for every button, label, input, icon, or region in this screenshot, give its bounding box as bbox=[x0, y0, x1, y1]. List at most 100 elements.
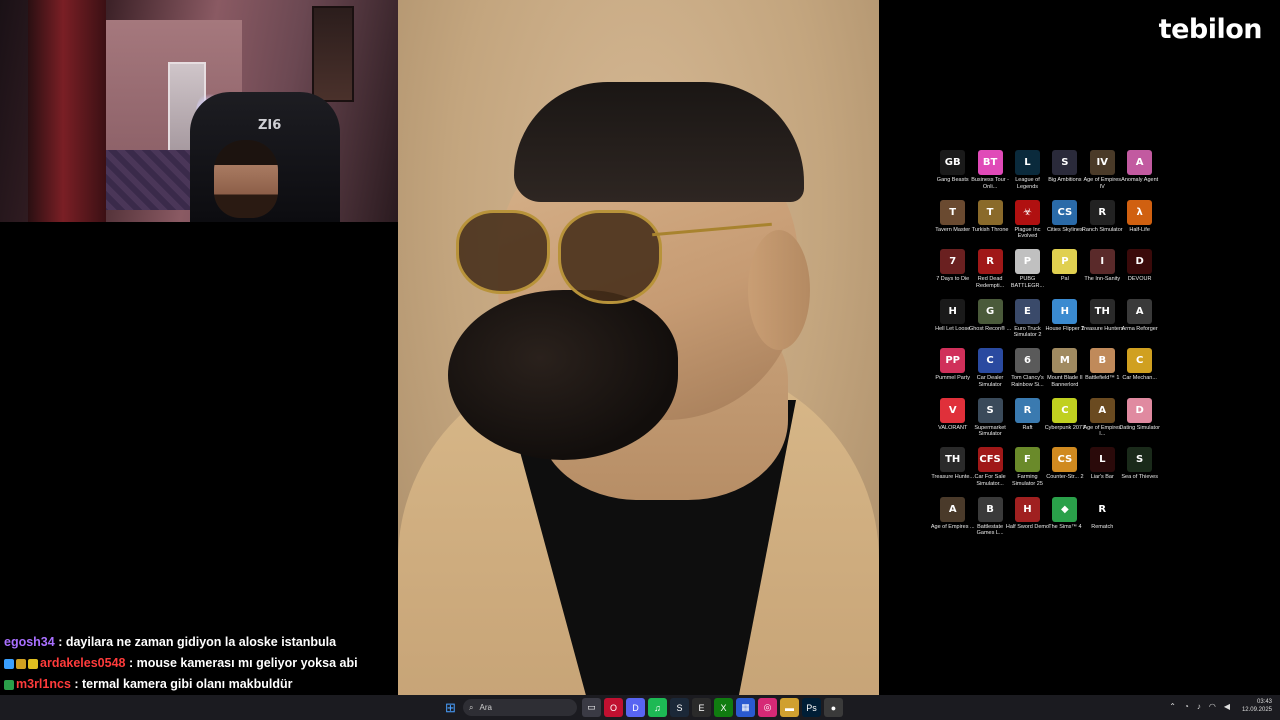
obs-icon[interactable]: ● bbox=[824, 698, 843, 717]
desktop-icon-label: Half-Life bbox=[1129, 226, 1150, 233]
pummel-party-icon: PP bbox=[940, 348, 966, 373]
sunglasses-left-lens bbox=[456, 210, 550, 294]
system-tray: ⌃ ◔ ♪ ◠ ◀ 03:43 12.09.2025 bbox=[1169, 698, 1272, 714]
desktop-icon[interactable]: R Red Dead Redempti... bbox=[971, 249, 1008, 299]
7-days-to-die-icon: 7 bbox=[940, 249, 966, 274]
sunglasses-right-lens bbox=[558, 210, 662, 304]
desktop-icon[interactable]: A Age of Empires ... bbox=[931, 496, 975, 547]
ranch-simulator-icon: R bbox=[1089, 199, 1115, 225]
desktop-icon[interactable]: S Big Ambitions bbox=[1046, 150, 1083, 200]
desktop-icon[interactable]: BT Business Tour - Onli... bbox=[971, 150, 1009, 200]
microsoft-store-icon[interactable]: ▦ bbox=[736, 698, 755, 717]
chat-username[interactable]: m3rl1ncs bbox=[16, 677, 71, 691]
start-icon[interactable]: ⊞ bbox=[441, 698, 460, 717]
dog-muzzle bbox=[448, 290, 678, 460]
desktop-icon[interactable]: TH Treasure Hunte... bbox=[931, 447, 974, 497]
desktop-icon[interactable]: CS Cities Skylines bbox=[1046, 199, 1083, 250]
half-sword-icon: H bbox=[1014, 496, 1040, 522]
discord-icon[interactable]: D bbox=[626, 698, 645, 717]
liars-bar-icon: L bbox=[1089, 447, 1115, 472]
desktop-icon[interactable]: B Battlestate Games L... bbox=[971, 496, 1008, 547]
search-placeholder: Ara bbox=[479, 703, 492, 712]
desktop-icon[interactable]: V VALORANT bbox=[934, 397, 971, 448]
speaker-icon[interactable]: ◀ bbox=[1224, 702, 1230, 711]
steam-icon[interactable]: S bbox=[670, 698, 689, 717]
car-dealer-icon: C bbox=[977, 348, 1003, 373]
desktop-icon[interactable]: GB Gang Beasts bbox=[934, 150, 971, 200]
desktop-icon[interactable]: CS Counter-Str... 2 bbox=[1046, 447, 1084, 497]
xbox-icon[interactable]: X bbox=[714, 698, 733, 717]
desktop-icon[interactable]: M Mount Blade II Bannerlord bbox=[1046, 348, 1083, 398]
microphone-icon[interactable]: ♪ bbox=[1197, 702, 1201, 711]
rainbow-six-icon: 6 bbox=[1014, 348, 1040, 373]
desktop-icon[interactable]: E Euro Truck Simulator 2 bbox=[1009, 298, 1046, 349]
desktop-icon[interactable]: TH Treasure Hunters bbox=[1081, 298, 1124, 349]
wall-poster bbox=[312, 6, 354, 102]
desktop-icon[interactable]: D Dating Simulator bbox=[1119, 397, 1160, 448]
desktop-icon[interactable]: P PUBG BATTLEGR... bbox=[1009, 249, 1046, 299]
spotify-icon[interactable]: ♫ bbox=[648, 698, 667, 717]
task-view-icon[interactable]: ▭ bbox=[582, 698, 601, 717]
desktop-icon[interactable]: T Tavern Master bbox=[934, 199, 971, 250]
desktop-icon[interactable]: R Rematch bbox=[1084, 496, 1121, 547]
desktop-icon[interactable]: L Liar's Bar bbox=[1084, 447, 1121, 497]
house-flipper-icon: H bbox=[1052, 298, 1078, 324]
search-box[interactable]: ⌕ Ara bbox=[463, 699, 577, 716]
desktop-icon[interactable]: H Half Sword Demo bbox=[1006, 496, 1049, 547]
desktop-icon-label: Car Mechan... bbox=[1122, 375, 1157, 381]
battlefield-icon: B bbox=[1089, 348, 1115, 373]
battlestate-games-icon: B bbox=[977, 496, 1003, 522]
desktop-icon[interactable]: 77 Days to Die bbox=[934, 249, 971, 299]
desktop-icon[interactable]: PP Pummel Party bbox=[934, 348, 971, 398]
network-icon[interactable]: ◔ bbox=[1184, 702, 1189, 711]
desktop-icon[interactable]: S Supermarket Simulator bbox=[971, 397, 1008, 448]
clock[interactable]: 03:43 12.09.2025 bbox=[1242, 698, 1272, 714]
desktop-icon[interactable]: F Farming Simulator 25 bbox=[1009, 447, 1046, 497]
chevron-up-icon[interactable]: ⌃ bbox=[1169, 702, 1176, 711]
desktop-icon[interactable]: I The Inn-Sanity bbox=[1084, 249, 1121, 299]
desktop-icon[interactable]: R Ranch Simulator bbox=[1082, 199, 1123, 250]
badge-icon bbox=[4, 679, 14, 690]
desktop-icon[interactable]: C Cyberpunk 2077 bbox=[1045, 397, 1085, 448]
desktop-icon[interactable]: CFS Car For Sale Simulator... bbox=[971, 447, 1008, 497]
desktop-icon[interactable]: G Ghost Recon® ... bbox=[969, 298, 1011, 349]
search-icon: ⌕ bbox=[469, 702, 474, 712]
chat-username[interactable]: ardakeles0548 bbox=[40, 656, 126, 670]
desktop-icon[interactable]: IV Age of Empires IV bbox=[1083, 150, 1121, 200]
desktop-icon[interactable]: S Sea of Thieves bbox=[1121, 447, 1158, 497]
desktop-icon[interactable]: A Arma Reforger bbox=[1121, 298, 1158, 349]
clock-time: 03:43 bbox=[1256, 699, 1272, 705]
pal-icon: P bbox=[1052, 249, 1078, 274]
instagram-icon[interactable]: ◎ bbox=[758, 698, 777, 717]
desktop-icon[interactable]: A Age of Empires I... bbox=[1083, 397, 1121, 448]
desktop-icon[interactable]: C Car Mechan... bbox=[1121, 348, 1158, 398]
desktop-icon[interactable]: B Battlefield™ 1 bbox=[1084, 348, 1121, 398]
desktop-icon[interactable]: L League of Legends bbox=[1009, 150, 1046, 200]
league-of-legends-icon: L bbox=[1014, 150, 1040, 175]
desktop-icon[interactable]: P Pal bbox=[1046, 249, 1083, 299]
wifi-icon[interactable]: ◠ bbox=[1209, 702, 1216, 711]
desktop-icon[interactable]: 6 Tom Clancy's Rainbow Si... bbox=[1009, 348, 1046, 398]
desktop-icon[interactable]: ◆ The Sims™ 4 bbox=[1046, 496, 1083, 547]
tavern-master-icon: T bbox=[940, 199, 966, 225]
opera-icon[interactable]: O bbox=[604, 698, 623, 717]
chat-message: m3rl1ncs : termal kamera gibi olanı makb… bbox=[4, 674, 394, 695]
desktop-icon[interactable]: R Raft bbox=[1009, 397, 1046, 448]
desktop-icon[interactable]: H Hell Let Loose bbox=[934, 298, 971, 349]
chat-username[interactable]: egosh34 bbox=[4, 635, 55, 649]
desktop-icon-label: Anomaly Agent bbox=[1121, 177, 1159, 183]
desktop-icon[interactable]: λ Half-Life bbox=[1121, 199, 1158, 250]
photoshop-icon[interactable]: Ps bbox=[802, 698, 821, 717]
desktop-icon[interactable]: H House Flipper 2 bbox=[1045, 298, 1084, 349]
desktop-icon-label: DEVOUR bbox=[1127, 276, 1152, 282]
desktop-icon[interactable]: ☣ Plague Inc Evolved bbox=[1009, 199, 1046, 250]
desktop-icon[interactable]: A Anomaly Agent bbox=[1121, 150, 1158, 200]
desktop-icon[interactable]: D DEVOUR bbox=[1121, 249, 1158, 299]
desktop-icon[interactable]: T Turkish Throne bbox=[971, 199, 1008, 250]
raft-icon: R bbox=[1014, 397, 1040, 423]
desktop-icon-grid: GB Gang Beasts BT Business Tour - Onli... L L… bbox=[931, 150, 1174, 547]
desktop-icon[interactable]: C Car Dealer Simulator bbox=[971, 348, 1008, 398]
badge-icon bbox=[28, 658, 38, 669]
epic-games-icon[interactable]: E bbox=[692, 698, 711, 717]
file-explorer-icon[interactable]: ▬ bbox=[780, 698, 799, 717]
